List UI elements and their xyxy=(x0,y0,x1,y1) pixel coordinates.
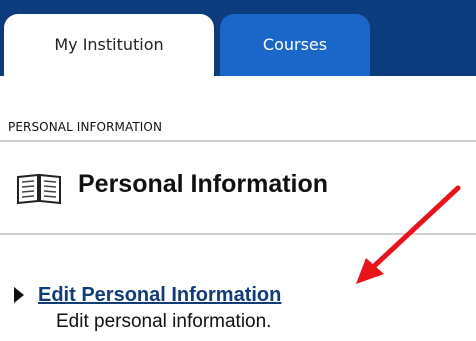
tab-courses-label: Courses xyxy=(262,35,328,54)
edit-personal-info-link[interactable]: Edit Personal Information xyxy=(38,284,281,307)
section-divider-bottom xyxy=(0,233,476,235)
edit-personal-info-description: Edit personal information. xyxy=(56,311,272,332)
tab-courses[interactable]: Courses xyxy=(220,14,370,76)
book-icon xyxy=(17,173,61,204)
caret-right-icon xyxy=(14,287,24,303)
tab-my-institution-label: My Institution xyxy=(54,35,164,54)
section-label: PERSONAL INFORMATION xyxy=(8,120,163,134)
page-title: Personal Information xyxy=(78,170,329,198)
tab-my-institution[interactable]: My Institution xyxy=(4,14,214,76)
top-navbar: My Institution Courses xyxy=(0,0,476,76)
section-divider-top xyxy=(0,140,476,142)
